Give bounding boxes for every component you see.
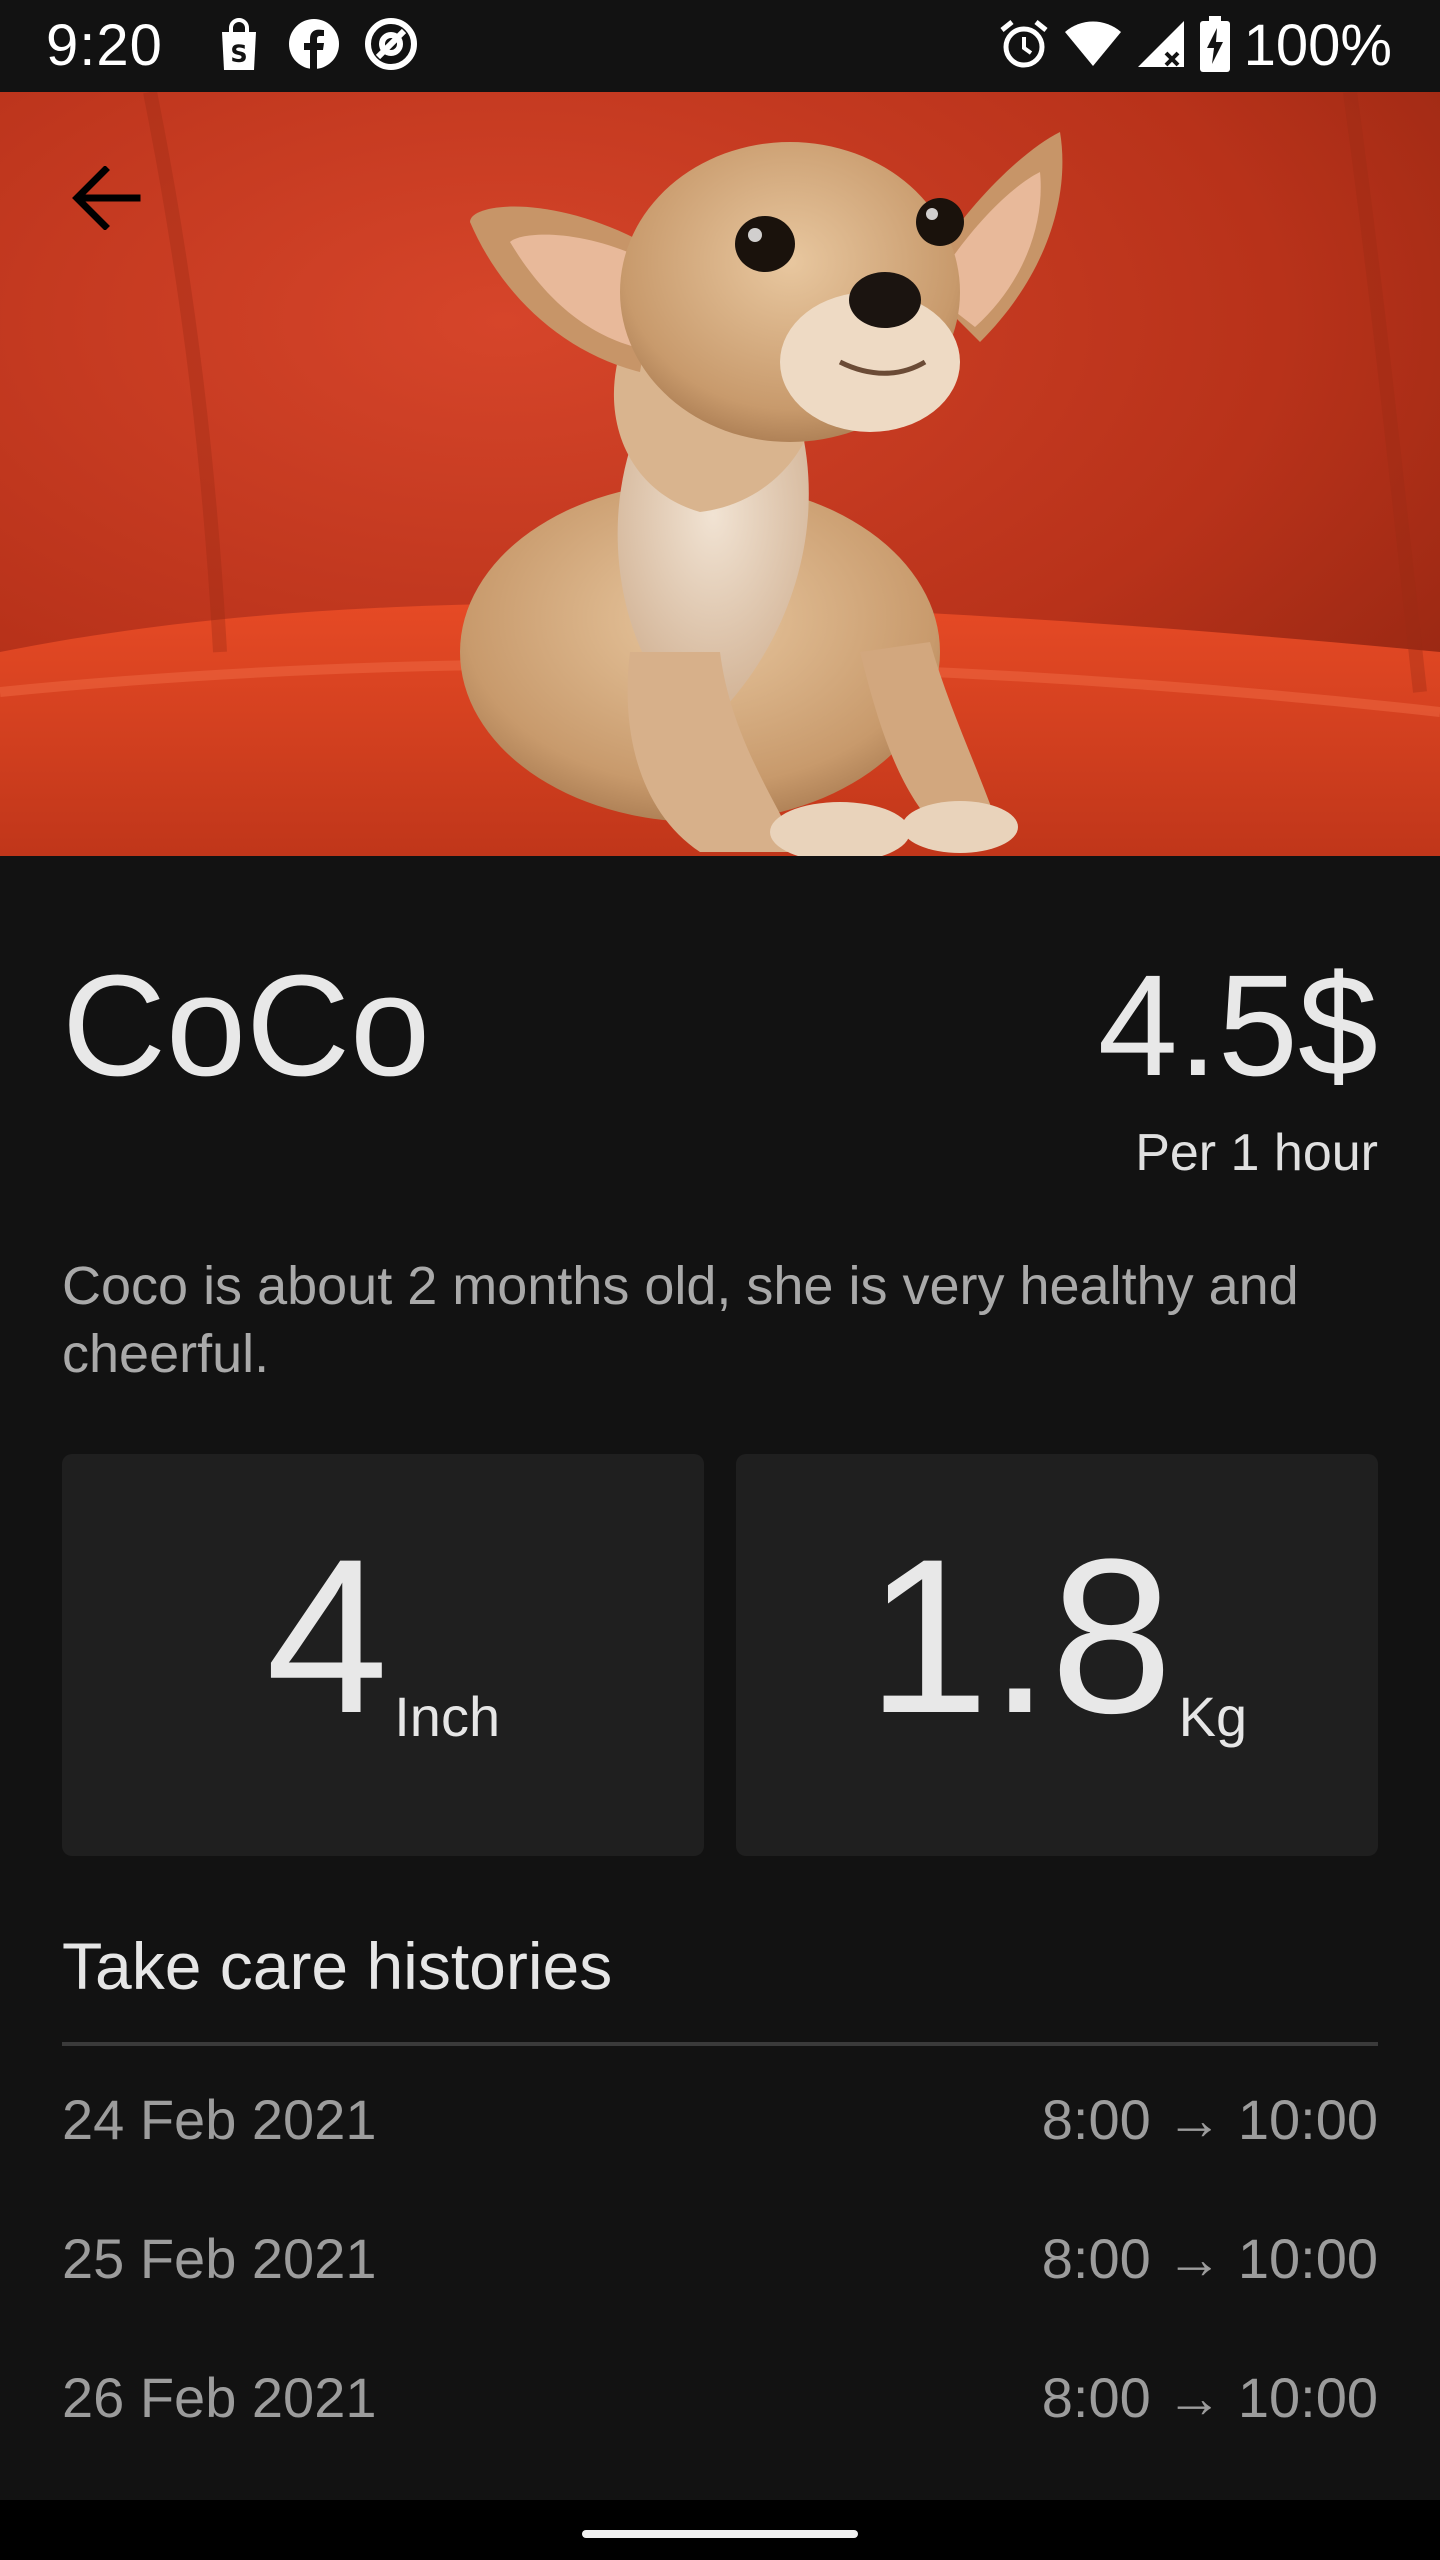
list-item: 24 Feb 2021 8:00 → 10:00 xyxy=(62,2080,1378,2219)
status-time: 9:20 xyxy=(46,13,163,78)
weight-unit: Kg xyxy=(1178,1685,1248,1748)
back-button[interactable] xyxy=(54,146,158,250)
history-date: 24 Feb 2021 xyxy=(62,2088,377,2151)
status-bar: 9:20 S 100% xyxy=(0,0,1440,92)
list-item: 26 Feb 2021 8:00 → 10:00 xyxy=(62,2358,1378,2497)
price: 4.5$ xyxy=(1097,945,1378,1106)
battery-charging-icon xyxy=(1199,15,1230,77)
svg-text:S: S xyxy=(230,40,247,68)
at-sign-icon xyxy=(364,17,418,76)
wifi-icon xyxy=(1064,20,1122,73)
pet-photo xyxy=(0,92,1440,856)
divider xyxy=(62,2042,1378,2046)
weight-card: 1.8 Kg xyxy=(736,1454,1378,1856)
height-card: 4 Inch xyxy=(62,1454,704,1856)
price-unit: Per 1 hour xyxy=(1135,1124,1378,1182)
alarm-icon xyxy=(998,18,1050,75)
weight-value: 1.8 xyxy=(866,1513,1173,1759)
home-gesture-handle[interactable] xyxy=(582,2530,858,2538)
history-date: 25 Feb 2021 xyxy=(62,2227,377,2290)
system-status: 100% xyxy=(998,14,1392,78)
list-item: 25 Feb 2021 8:00 → 10:00 xyxy=(62,2219,1378,2358)
history-time: 8:00 → 10:00 xyxy=(1041,2366,1378,2429)
history-list: 24 Feb 2021 8:00 → 10:00 25 Feb 2021 8:0… xyxy=(62,2080,1378,2497)
facebook-icon xyxy=(288,18,340,75)
pet-description: Coco is about 2 months old, she is very … xyxy=(62,1256,1299,1384)
navigation-bar xyxy=(0,2500,1440,2560)
arrow-left-icon xyxy=(71,166,141,230)
history-time: 8:00 → 10:00 xyxy=(1041,2227,1378,2290)
signal-icon xyxy=(1136,19,1186,74)
history-time: 8:00 → 10:00 xyxy=(1041,2088,1378,2151)
pet-name: CoCo xyxy=(62,945,431,1106)
height-unit: Inch xyxy=(394,1685,501,1748)
shopping-bag-icon: S xyxy=(214,16,264,77)
battery-percentage: 100% xyxy=(1243,13,1392,78)
histories-title: Take care histories xyxy=(62,1929,613,2003)
height-value: 4 xyxy=(265,1513,389,1759)
history-date: 26 Feb 2021 xyxy=(62,2366,377,2429)
notification-icons: S xyxy=(214,16,418,76)
